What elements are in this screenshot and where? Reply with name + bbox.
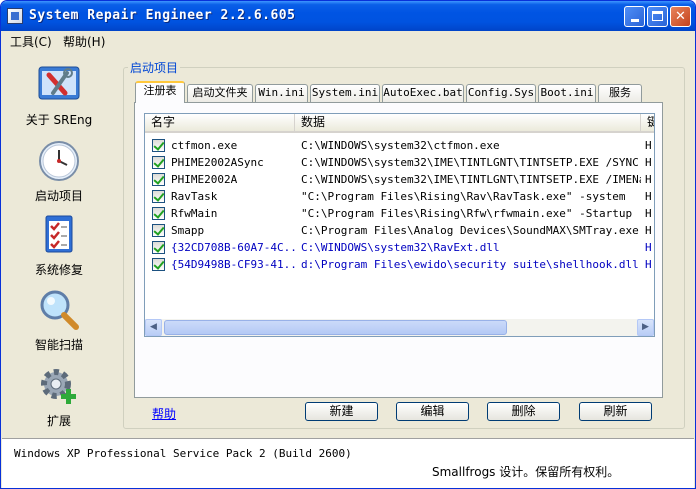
window-title: System Repair Engineer 2.2.6.605	[29, 8, 296, 23]
scroll-left-button[interactable]: ◀	[145, 319, 162, 336]
row-data: d:\Program Files\ewido\security suite\sh…	[301, 258, 639, 271]
table-row[interactable]: {54D9498B-CF93-41... d:\Program Files\ewi…	[145, 256, 654, 273]
row-key: H	[645, 224, 652, 237]
close-icon: ✕	[675, 9, 686, 24]
row-data: "C:\Program Files\Rising\Rfw\rfwmain.exe…	[301, 207, 633, 220]
table-row[interactable]: PHIME2002A C:\WINDOWS\system32\IME\TINTLG…	[145, 171, 654, 188]
minimize-button[interactable]	[624, 6, 645, 27]
row-name: ctfmon.exe	[171, 139, 238, 152]
maximize-icon	[652, 11, 663, 21]
tools-icon	[38, 66, 80, 100]
maximize-button[interactable]	[647, 6, 668, 27]
row-key: H	[645, 139, 652, 152]
tab-registry[interactable]: 注册表	[135, 81, 185, 103]
row-key: H	[645, 156, 652, 169]
group-title: 启动项目	[128, 59, 181, 76]
nav-label-extend: 扩展	[46, 414, 71, 428]
nav-label-repair: 系统修复	[34, 263, 83, 277]
row-name: Smapp	[171, 224, 205, 237]
title-bar[interactable]: System Repair Engineer 2.2.6.605 ✕	[1, 1, 695, 31]
nav-label-about: 关于 SREng	[25, 113, 93, 127]
table-row[interactable]: Smapp C:\Program Files\Analog Devices\Sou…	[145, 222, 654, 239]
tab-config-sys[interactable]: Config.Sys	[466, 84, 536, 102]
nav-item-extend[interactable]: 扩展	[9, 364, 109, 429]
row-name: RavTask	[171, 190, 218, 203]
row-key: H	[645, 173, 652, 186]
column-data[interactable]: 数据	[295, 114, 641, 131]
row-checkbox[interactable]	[152, 207, 165, 220]
table-row[interactable]: ctfmon.exe C:\WINDOWS\system32\ctfmon.exe…	[145, 137, 654, 154]
startup-list[interactable]: 名字 数据 键 ctfmon.exe C:\WINDOWS\system32\ct…	[144, 113, 655, 337]
row-checkbox[interactable]	[152, 190, 165, 203]
nav-item-about[interactable]: 关于 SREng	[9, 63, 109, 128]
tab-services[interactable]: 服务	[598, 84, 642, 102]
row-data: C:\WINDOWS\system32\RavExt.dll	[301, 241, 500, 254]
gear-plus-icon	[41, 369, 76, 404]
row-name: RfwMain	[171, 207, 218, 220]
tab-autoexec-bat[interactable]: AutoExec.bat	[382, 84, 464, 102]
app-icon	[7, 8, 23, 24]
row-checkbox[interactable]	[152, 241, 165, 254]
row-name: {32CD708B-60A7-4C...	[171, 241, 297, 254]
close-button[interactable]: ✕	[670, 6, 691, 27]
row-key: H	[645, 258, 652, 271]
row-data: "C:\Program Files\Rising\Rav\RavTask.exe…	[301, 190, 626, 203]
tab-win-ini[interactable]: Win.ini	[255, 84, 308, 102]
minimize-icon	[630, 19, 639, 22]
row-key: H	[645, 190, 652, 203]
row-name: {54D9498B-CF93-41...	[171, 258, 297, 271]
status-bar: Windows XP Professional Service Pack 2 (…	[2, 438, 694, 488]
clock-icon	[39, 141, 79, 181]
menu-bar: 工具(C) 帮助(H)	[2, 31, 694, 50]
menu-tools[interactable]: 工具(C)	[10, 33, 52, 50]
row-key: H	[645, 207, 652, 220]
row-checkbox[interactable]	[152, 258, 165, 271]
nav-label-scan: 智能扫描	[34, 338, 83, 352]
column-key[interactable]: 键	[641, 114, 654, 131]
row-name: PHIME2002A	[171, 173, 238, 186]
column-name[interactable]: 名字	[145, 114, 295, 131]
row-data: C:\WINDOWS\system32\IME\TINTLGNT\TINTSET…	[301, 156, 639, 169]
delete-button[interactable]: 删除	[487, 402, 560, 421]
nav-item-startup[interactable]: 启动项目	[9, 139, 109, 204]
row-checkbox[interactable]	[152, 224, 165, 237]
table-row[interactable]: RfwMain "C:\Program Files\Rising\Rfw\rfwm…	[145, 205, 654, 222]
table-row[interactable]: PHIME2002ASync C:\WINDOWS\system32\IME\TI…	[145, 154, 654, 171]
row-data: C:\WINDOWS\system32\ctfmon.exe	[301, 139, 500, 152]
refresh-button[interactable]: 刷新	[579, 402, 652, 421]
tab-system-ini[interactable]: System.ini	[310, 84, 380, 102]
table-row[interactable]: RavTask "C:\Program Files\Rising\Rav\RavT…	[145, 188, 654, 205]
nav-item-repair[interactable]: 系统修复	[9, 213, 109, 278]
row-checkbox[interactable]	[152, 156, 165, 169]
copyright-text: Smallfrogs 设计。保留所有权利。	[432, 465, 620, 479]
help-link[interactable]: 帮助	[152, 405, 176, 422]
row-name: PHIME2002ASync	[171, 156, 264, 169]
row-data: C:\Program Files\Analog Devices\SoundMAX…	[301, 224, 639, 237]
checklist-icon	[45, 215, 73, 253]
nav-label-startup: 启动项目	[34, 189, 83, 203]
tab-boot-ini[interactable]: Boot.ini	[538, 84, 596, 102]
horizontal-scrollbar[interactable]: ◀ ▶	[145, 319, 654, 336]
row-checkbox[interactable]	[152, 173, 165, 186]
nav-item-scan[interactable]: 智能扫描	[9, 288, 109, 353]
scroll-thumb[interactable]	[164, 320, 507, 335]
new-button[interactable]: 新建	[305, 402, 378, 421]
app-window: System Repair Engineer 2.2.6.605 ✕ 工具(C)…	[0, 0, 696, 489]
row-checkbox[interactable]	[152, 139, 165, 152]
scroll-right-button[interactable]: ▶	[637, 319, 654, 336]
magnifier-icon	[40, 290, 79, 330]
row-data: C:\WINDOWS\system32\IME\TINTLGNT\TINTSET…	[301, 173, 641, 186]
tab-startup-folder[interactable]: 启动文件夹	[187, 84, 253, 102]
list-header: 名字 数据 键	[145, 114, 654, 133]
os-version: Windows XP Professional Service Pack 2 (…	[14, 447, 352, 460]
menu-help[interactable]: 帮助(H)	[63, 33, 105, 50]
edit-button[interactable]: 编辑	[396, 402, 469, 421]
table-row[interactable]: {32CD708B-60A7-4C... C:\WINDOWS\system32\…	[145, 239, 654, 256]
row-key: H	[645, 241, 652, 254]
